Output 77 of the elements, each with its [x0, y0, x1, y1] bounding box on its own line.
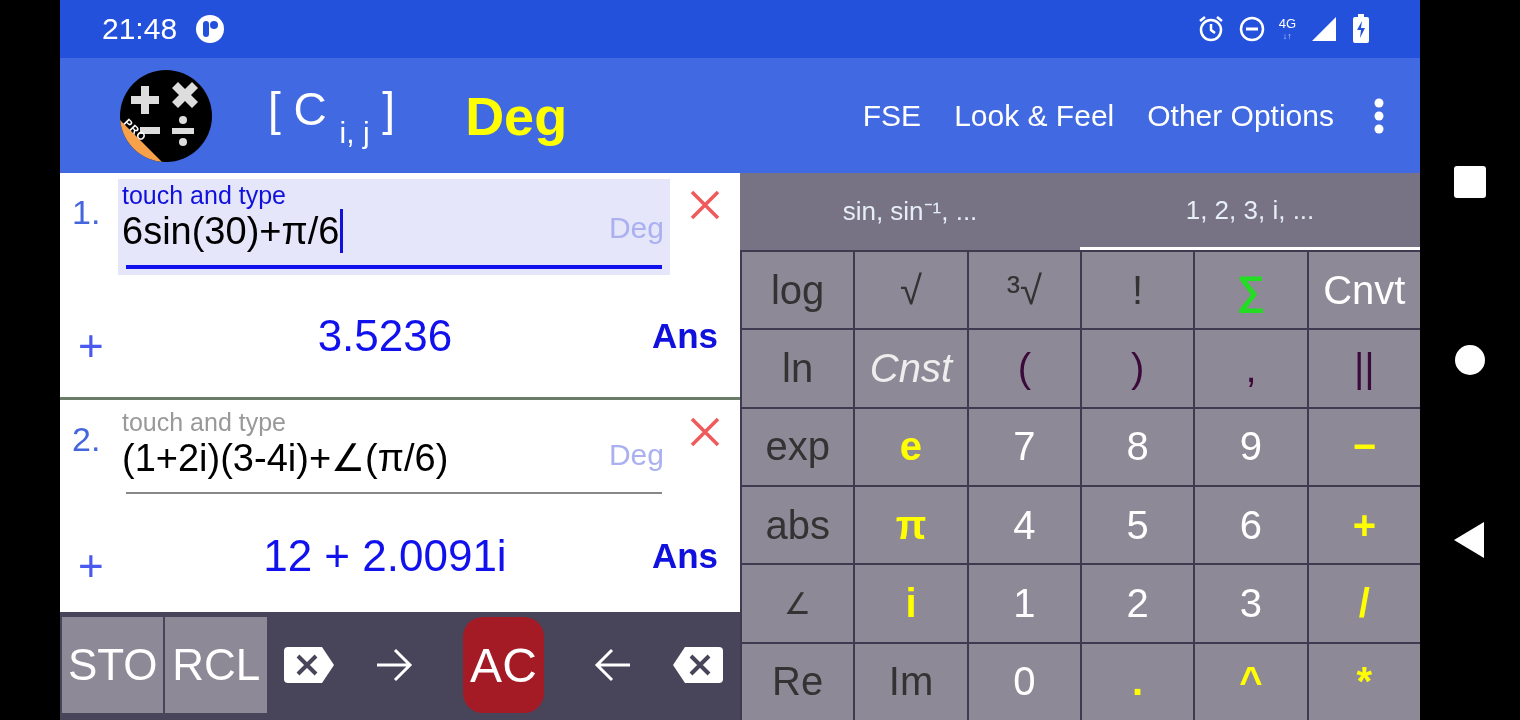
keypad-key[interactable]: || [1308, 330, 1420, 407]
keypad-key[interactable]: 3 [1195, 565, 1307, 642]
expression-field[interactable]: touch and type 6sin(30)+π/6 Deg [118, 179, 670, 275]
text-cursor [340, 209, 344, 253]
keypad-key[interactable]: 2 [1082, 565, 1194, 642]
keypad-key[interactable]: π [855, 487, 967, 564]
keypad-key[interactable]: * [1308, 643, 1420, 720]
keypad-key[interactable]: 9 [1195, 408, 1307, 485]
result-value: 3.5236 [316, 311, 454, 361]
keypad-key[interactable]: ! [1082, 252, 1194, 329]
expression-field[interactable]: touch and type (1+2i)(3-4i)+∠(π/6) Deg [118, 406, 670, 500]
clear-all-button[interactable]: AC [462, 617, 545, 713]
data-arrows-icon: ↓↑ [1282, 31, 1292, 41]
keypad-key[interactable]: Re [742, 643, 854, 720]
keypad-key[interactable]: 6 [1195, 487, 1307, 564]
matrix-button[interactable]: [ C $_{i, j}$ ] [268, 81, 396, 150]
keypad-key[interactable]: ) [1082, 330, 1194, 407]
keypad-key[interactable]: e [855, 408, 967, 485]
menu-item[interactable]: Look & Feel [954, 98, 1115, 133]
status-time: 21:48 [102, 12, 178, 46]
keypad-key[interactable]: 1 [968, 565, 1080, 642]
memory-button[interactable]: RCL [165, 617, 267, 713]
backspace-icon[interactable] [670, 647, 723, 683]
left-arrow-icon[interactable] [593, 648, 630, 682]
keypad-key[interactable]: . [1082, 643, 1194, 720]
keypad-key[interactable]: Im [855, 643, 967, 720]
home-icon[interactable] [1454, 344, 1486, 376]
keypad-key[interactable]: exp [742, 408, 854, 485]
keypad-key[interactable]: 5 [1082, 487, 1194, 564]
angle-mode-label[interactable]: Deg [465, 84, 568, 147]
answer-button[interactable]: Ans [651, 536, 718, 576]
keypad-key[interactable]: i [855, 565, 967, 642]
keypad-tab[interactable]: sin, sin⁻¹, ... [740, 173, 1080, 250]
more-options-icon[interactable] [1374, 97, 1384, 134]
keypad-key[interactable]: Cnst [855, 330, 967, 407]
keypad-key[interactable]: ^ [1195, 643, 1307, 720]
menu-item[interactable]: FSE [862, 98, 922, 133]
close-icon[interactable] [689, 416, 721, 448]
signal-icon [1310, 16, 1338, 42]
keypad-key[interactable]: ∠ [742, 565, 854, 642]
keypad-key[interactable]: ln [742, 330, 854, 407]
entry-number: 1. [71, 192, 102, 233]
expression-text: 6sin(30)+π/6 [122, 209, 340, 253]
keypad-key[interactable]: , [1195, 330, 1307, 407]
add-entry-button[interactable]: + [78, 541, 118, 591]
back-icon[interactable] [1454, 522, 1486, 558]
right-arrow-icon[interactable] [377, 648, 414, 682]
memory-button[interactable]: STO [62, 617, 164, 713]
keypad-key[interactable]: 8 [1082, 408, 1194, 485]
close-icon[interactable] [689, 189, 721, 221]
field-hint: touch and type [122, 408, 287, 436]
keypad-key[interactable]: abs [742, 487, 854, 564]
result-value: 12 + 2.0091i [262, 531, 508, 581]
angle-mode-label: Deg [608, 438, 664, 472]
do-not-disturb-icon [1238, 16, 1265, 42]
menu-item[interactable]: Other Options [1147, 98, 1334, 133]
keypad-key[interactable]: − [1308, 408, 1420, 485]
keypad-key[interactable]: / [1308, 565, 1420, 642]
answer-button[interactable]: Ans [651, 316, 718, 356]
keypad-key[interactable]: + [1308, 487, 1420, 564]
keypad-key[interactable]: ( [968, 330, 1080, 407]
delete-forward-icon[interactable] [284, 647, 337, 683]
keypad-key[interactable]: ³√ [968, 252, 1080, 329]
add-entry-button[interactable]: + [78, 321, 118, 371]
keypad-key[interactable]: Cnvt [1308, 252, 1420, 329]
network-type-label: 4G [1278, 17, 1296, 31]
battery-charging-icon [1352, 14, 1370, 44]
entry-number: 2. [71, 419, 102, 460]
field-hint: touch and type [122, 181, 287, 209]
keypad-key[interactable]: log [742, 252, 854, 329]
keypad-key[interactable]: 0 [968, 643, 1080, 720]
keypad-key[interactable]: √ [855, 252, 967, 329]
angle-mode-label: Deg [608, 211, 664, 245]
status-app-icon [195, 14, 226, 44]
expression-text: (1+2i)(3-4i)+∠(π/6) [122, 436, 449, 480]
keypad-key[interactable]: 4 [968, 487, 1080, 564]
keypad-key[interactable]: 7 [968, 408, 1080, 485]
